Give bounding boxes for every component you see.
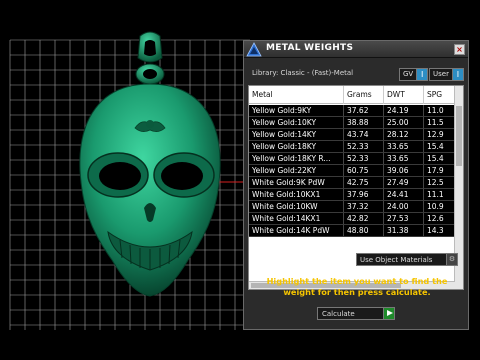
cell-dwt: 31.38 [384, 225, 424, 236]
cell-grams: 52.33 [344, 153, 384, 164]
cell-spg: 15.4 [424, 141, 455, 152]
user-toggle-label: User [429, 68, 453, 81]
table-row[interactable]: Yellow Gold:18KY R... 52.33 33.65 15.4 [249, 153, 455, 165]
cell-grams: 37.96 [344, 189, 384, 200]
table-row[interactable]: White Gold:9K PdW 42.75 27.49 12.5 [249, 177, 455, 189]
table-body: Yellow Gold:9KY 37.62 24.19 11.0 Yellow Gold… [249, 105, 455, 237]
play-icon[interactable] [383, 308, 394, 319]
cell-dwt: 28.12 [384, 129, 424, 140]
table-row[interactable]: Yellow Gold:14KY 43.74 28.12 12.9 [249, 129, 455, 141]
instruction-text: Highlight the item you want to find the … [266, 276, 448, 297]
table-header: Metal Grams DWT SPG [249, 86, 455, 104]
panel-title: METAL WEIGHTS [266, 43, 354, 53]
cell-spg: 14.3 [424, 225, 455, 236]
cell-grams: 43.74 [344, 129, 384, 140]
toggle-icon[interactable]: I [452, 68, 464, 81]
cell-spg: 12.6 [424, 213, 455, 224]
cell-dwt: 24.00 [384, 201, 424, 212]
scrollbar-thumb[interactable] [456, 106, 462, 166]
cell-metal: White Gold:14K PdW [249, 225, 344, 236]
table-row[interactable]: White Gold:10KX1 37.96 24.41 11.1 [249, 189, 455, 201]
cell-metal: White Gold:10KX1 [249, 189, 344, 200]
cell-spg: 11.5 [424, 117, 455, 128]
table-row[interactable]: White Gold:14K PdW 48.80 31.38 14.3 [249, 225, 455, 237]
cell-grams: 37.62 [344, 105, 384, 116]
cell-grams: 48.80 [344, 225, 384, 236]
cell-dwt: 24.41 [384, 189, 424, 200]
cell-spg: 11.0 [424, 105, 455, 116]
column-header-dwt[interactable]: DWT [384, 86, 424, 104]
app-logo-icon [246, 42, 262, 57]
table-row[interactable]: Yellow Gold:22KY 60.75 39.06 17.9 [249, 165, 455, 177]
cell-spg: 12.5 [424, 177, 455, 188]
cell-metal: Yellow Gold:22KY [249, 165, 344, 176]
user-toggle[interactable]: User I [429, 68, 464, 81]
close-icon[interactable]: × [454, 44, 465, 55]
skull-pendant-model [79, 83, 221, 297]
table-row[interactable]: Yellow Gold:18KY 52.33 33.65 15.4 [249, 141, 455, 153]
cell-dwt: 39.06 [384, 165, 424, 176]
cell-spg: 17.9 [424, 165, 455, 176]
cell-metal: Yellow Gold:18KY R... [249, 153, 344, 164]
cell-grams: 52.33 [344, 141, 384, 152]
toggle-icon[interactable]: I [417, 68, 429, 81]
cell-metal: White Gold:9K PdW [249, 177, 344, 188]
table-row[interactable]: Yellow Gold:10KY 38.88 25.00 11.5 [249, 117, 455, 129]
cell-grams: 37.32 [344, 201, 384, 212]
use-object-materials-dropdown[interactable]: Use Object Materials ⚙ [356, 253, 458, 266]
cell-dwt: 27.53 [384, 213, 424, 224]
cell-grams: 42.75 [344, 177, 384, 188]
gv-toggle-label: GV [399, 68, 418, 81]
panel-titlebar[interactable]: METAL WEIGHTS × [244, 41, 468, 58]
cell-dwt: 27.49 [384, 177, 424, 188]
cell-metal: Yellow Gold:18KY [249, 141, 344, 152]
cell-spg: 15.4 [424, 153, 455, 164]
cell-metal: White Gold:14KX1 [249, 213, 344, 224]
cell-dwt: 24.19 [384, 105, 424, 116]
cell-grams: 38.88 [344, 117, 384, 128]
dropdown-icon[interactable]: ⚙ [446, 254, 457, 265]
cell-metal: Yellow Gold:9KY [249, 105, 344, 116]
cell-dwt: 25.00 [384, 117, 424, 128]
column-header-metal[interactable]: Metal [249, 86, 344, 104]
cell-metal: Yellow Gold:14KY [249, 129, 344, 140]
cell-spg: 11.1 [424, 189, 455, 200]
use-object-materials-label: Use Object Materials [360, 255, 433, 264]
calculate-button[interactable]: Calculate [317, 307, 395, 320]
calculate-label: Calculate [322, 309, 355, 318]
column-header-spg[interactable]: SPG [424, 86, 455, 104]
column-header-grams[interactable]: Grams [344, 86, 384, 104]
cell-spg: 10.9 [424, 201, 455, 212]
cell-dwt: 33.65 [384, 153, 424, 164]
cell-spg: 12.9 [424, 129, 455, 140]
gv-toggle[interactable]: GV I [399, 68, 429, 81]
cell-metal: White Gold:10KW [249, 201, 344, 212]
table-row[interactable]: Yellow Gold:9KY 37.62 24.19 11.0 [249, 105, 455, 117]
cell-grams: 42.82 [344, 213, 384, 224]
metal-weights-panel: METAL WEIGHTS × Library: Classic - (Fast… [243, 40, 469, 330]
pendant-bail [135, 31, 165, 85]
cell-metal: Yellow Gold:10KY [249, 117, 344, 128]
table-row[interactable]: White Gold:14KX1 42.82 27.53 12.6 [249, 213, 455, 225]
cell-grams: 60.75 [344, 165, 384, 176]
library-label: Library: Classic - (Fast)-Metal [252, 69, 354, 77]
table-row[interactable]: White Gold:10KW 37.32 24.00 10.9 [249, 201, 455, 213]
cell-dwt: 33.65 [384, 141, 424, 152]
